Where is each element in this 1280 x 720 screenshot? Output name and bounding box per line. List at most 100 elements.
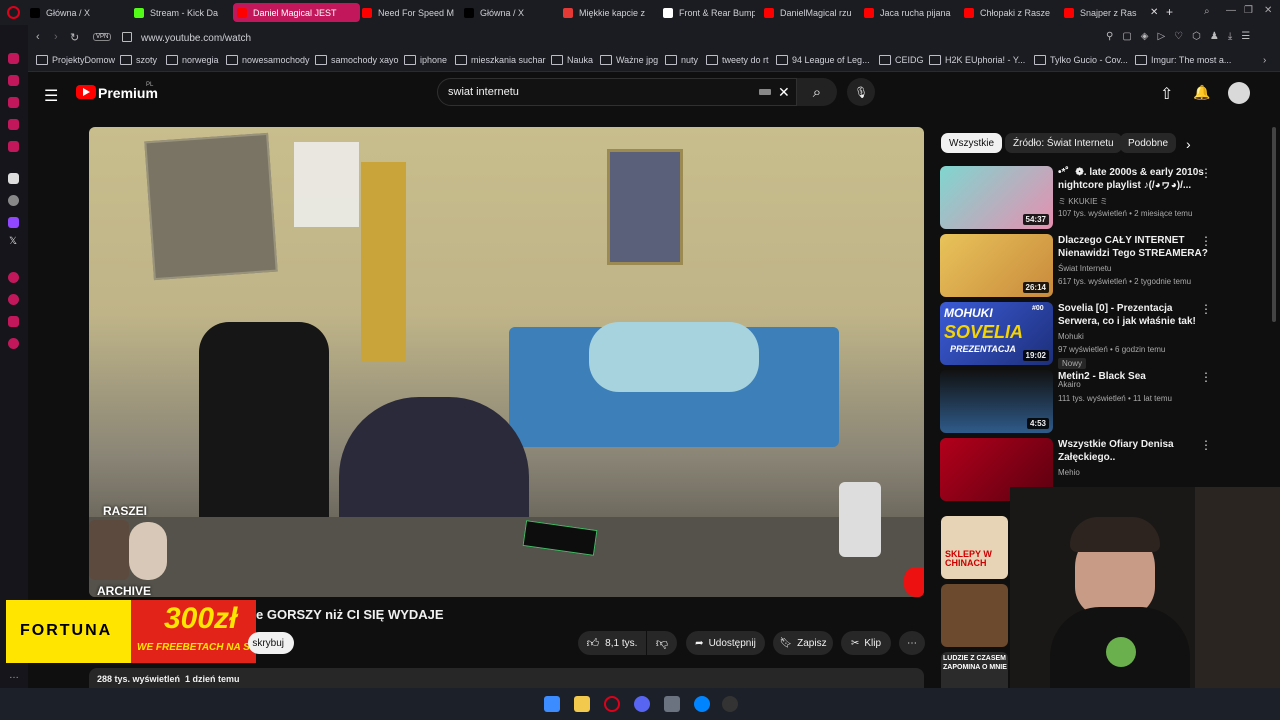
bookmark-item[interactable]: 94 League of Leg... bbox=[776, 55, 870, 65]
bookmark-item[interactable]: nuty bbox=[665, 55, 698, 65]
sidebar-more-icon[interactable]: … bbox=[9, 670, 19, 681]
dislike-button[interactable]: 👎︎ bbox=[647, 631, 677, 655]
more-options-icon[interactable]: ⋮ bbox=[1200, 234, 1212, 248]
sidebar-player-icon[interactable] bbox=[8, 272, 19, 283]
video-player[interactable] bbox=[89, 127, 924, 597]
bookmark-item[interactable]: H2K EUphoria! - Y... bbox=[929, 55, 1025, 65]
recommendation-title[interactable]: Wszystkie Ofiary Denisa Załęckiego.. bbox=[1058, 438, 1208, 464]
filter-chip[interactable]: Podobne bbox=[1120, 133, 1177, 153]
clear-search-icon[interactable]: ✕ bbox=[778, 84, 790, 101]
back-icon[interactable]: ‹ bbox=[36, 31, 40, 43]
chips-next-icon[interactable]: › bbox=[1186, 136, 1191, 152]
more-options-icon[interactable]: ⋮ bbox=[1200, 166, 1212, 180]
vpn-badge[interactable]: VPN bbox=[93, 33, 112, 41]
recommendation-thumbnail[interactable]: 54:37 bbox=[940, 166, 1053, 229]
filter-chip[interactable]: Źródło: Świat Internetu bbox=[1005, 133, 1122, 153]
maximize-icon[interactable]: ❐ bbox=[1244, 5, 1253, 16]
bookmark-item[interactable]: samochody xayo bbox=[315, 55, 399, 65]
like-button[interactable]: 👍︎ 8,1 tys. bbox=[578, 631, 646, 655]
file-explorer-icon[interactable] bbox=[574, 696, 590, 712]
minimize-icon[interactable]: — bbox=[1226, 5, 1236, 16]
recommendation-channel[interactable]: ミ KKUKIE ミ bbox=[1058, 196, 1108, 207]
subscribe-button[interactable]: skrybuj bbox=[248, 632, 294, 654]
menu-icon[interactable]: ☰ bbox=[44, 86, 58, 106]
browser-tab[interactable]: Chłopaki z Rasze bbox=[964, 3, 1056, 22]
url-field[interactable]: www.youtube.com/watch bbox=[141, 33, 251, 44]
search-button[interactable]: ⌕ bbox=[797, 78, 837, 106]
recommendation-channel[interactable]: Akairo bbox=[1058, 380, 1081, 389]
reload-icon[interactable]: ↻ bbox=[70, 31, 79, 44]
share-button[interactable]: ➦ Udostępnij bbox=[686, 631, 765, 655]
recommendation-thumbnail[interactable]: 26:14 bbox=[940, 234, 1053, 297]
close-tab-icon[interactable]: ✕ bbox=[1150, 7, 1158, 18]
calculator-icon[interactable] bbox=[664, 696, 680, 712]
bookmark-item[interactable]: Ważne jpg bbox=[600, 55, 658, 65]
bookmark-item[interactable]: Nauka bbox=[551, 55, 593, 65]
discord-icon[interactable] bbox=[634, 696, 650, 712]
notifications-icon[interactable]: 🔔 bbox=[1193, 84, 1210, 101]
browser-tab[interactable]: Główna / X bbox=[30, 3, 122, 22]
keyboard-icon[interactable] bbox=[759, 89, 771, 95]
more-options-icon[interactable]: ⋮ bbox=[1200, 302, 1212, 316]
bookmark-item[interactable]: iphone bbox=[404, 55, 447, 65]
recommendation-title[interactable]: •*゜❁. late 2000s & early 2010s nightcore… bbox=[1058, 166, 1208, 192]
bookmark-item[interactable]: mieszkania suchar bbox=[455, 55, 546, 65]
window-close-icon[interactable]: ✕ bbox=[1264, 5, 1272, 16]
more-options-icon[interactable]: ⋮ bbox=[1200, 438, 1212, 452]
sidebar-aria-icon[interactable] bbox=[8, 173, 19, 184]
filter-chip[interactable]: Wszystkie bbox=[941, 133, 1002, 153]
rec-thumb-ludzie[interactable]: LUDZIE Z CZASEM ZAPOMINA O MNIE bbox=[941, 652, 1008, 688]
upload-icon[interactable]: ⇧ bbox=[1160, 84, 1173, 104]
rec-thumb-pirate[interactable] bbox=[941, 584, 1008, 647]
sidebar-mail-icon[interactable] bbox=[8, 141, 19, 152]
bookmarks-more-icon[interactable]: › bbox=[1263, 55, 1266, 66]
search-tabs-icon[interactable]: ⌕ bbox=[1204, 6, 1210, 17]
recommendation-title[interactable]: Dlaczego CAŁY INTERNET Nienawidzi Tego S… bbox=[1058, 234, 1208, 260]
sidebar-twitch-icon[interactable] bbox=[8, 217, 19, 228]
clip-button[interactable]: ✂ Klip bbox=[841, 631, 891, 655]
browser-tab[interactable]: Miękkie kapcie z bbox=[563, 3, 655, 22]
messenger-icon[interactable] bbox=[694, 696, 710, 712]
bookmark-item[interactable]: norwegia bbox=[166, 55, 219, 65]
recommendation-channel[interactable]: Mohuki bbox=[1058, 332, 1084, 341]
forward-icon[interactable]: › bbox=[54, 31, 58, 43]
recommendation-thumbnail[interactable]: 4:53 bbox=[940, 370, 1053, 433]
bookmark-item[interactable]: ProjektyDomow bbox=[36, 55, 115, 65]
sidebar-messages-icon[interactable] bbox=[8, 119, 19, 130]
avatar[interactable] bbox=[1228, 82, 1250, 104]
bookmark-item[interactable]: Imgur: The most a... bbox=[1135, 55, 1231, 65]
sidebar-refresh-icon[interactable] bbox=[8, 75, 19, 86]
recommendation-channel[interactable]: Świat Internetu bbox=[1058, 264, 1111, 273]
browser-tab[interactable]: Jaca rucha pijana bbox=[864, 3, 956, 22]
bookmark-item[interactable]: tweety do rt bbox=[706, 55, 769, 65]
more-options-icon[interactable]: ⋮ bbox=[1200, 370, 1212, 384]
sidebar-chatgpt-icon[interactable] bbox=[8, 195, 19, 206]
address-bar-actions[interactable]: ⚲▢◈▷♡⬡♟⤓☰ bbox=[1106, 31, 1259, 42]
voice-search-button[interactable]: 🎙 bbox=[847, 78, 875, 106]
recommendation-channel[interactable]: Mehio bbox=[1058, 468, 1080, 477]
opera-taskbar-icon[interactable] bbox=[604, 696, 620, 712]
sidebar-history-icon[interactable] bbox=[8, 294, 19, 305]
sidebar-bag-icon[interactable] bbox=[8, 97, 19, 108]
bookmark-item[interactable]: CEIDG bbox=[879, 55, 924, 65]
more-actions-button[interactable]: ⋯ bbox=[899, 631, 925, 655]
browser-tab[interactable]: Need For Speed M bbox=[362, 3, 454, 22]
opera-logo-icon[interactable] bbox=[7, 6, 20, 19]
browser-tab[interactable]: Stream - Kick Da bbox=[134, 3, 226, 22]
browser-tab[interactable]: Daniel Magical JEST bbox=[233, 3, 360, 22]
sidebar-extensions-icon[interactable] bbox=[8, 316, 19, 327]
windows-start-icon[interactable] bbox=[544, 696, 560, 712]
fortuna-ad[interactable]: FORTUNA 300zł WE FREEBETACH NA START bbox=[6, 600, 276, 663]
new-tab-icon[interactable]: + bbox=[1166, 5, 1173, 19]
bookmark-item[interactable]: Tylko Gucio - Cov... bbox=[1034, 55, 1128, 65]
recommendation-title[interactable]: Sovelia [0] - Prezentacja Serwera, co i … bbox=[1058, 302, 1208, 328]
rec-thumb-sklepy[interactable]: SKLEPY W CHINACH bbox=[941, 516, 1008, 579]
browser-tab[interactable]: Front & Rear Bump bbox=[663, 3, 755, 22]
sidebar-music-icon[interactable] bbox=[8, 53, 19, 64]
browser-tab[interactable]: Snajper z Ras bbox=[1064, 3, 1139, 22]
sidebar-settings-icon[interactable] bbox=[8, 338, 19, 349]
browser-tab[interactable]: DanielMagical rzu bbox=[764, 3, 856, 22]
search-input[interactable]: swiat internetu bbox=[448, 86, 519, 98]
bookmark-item[interactable]: szoty bbox=[120, 55, 157, 65]
obs-icon[interactable] bbox=[722, 696, 738, 712]
